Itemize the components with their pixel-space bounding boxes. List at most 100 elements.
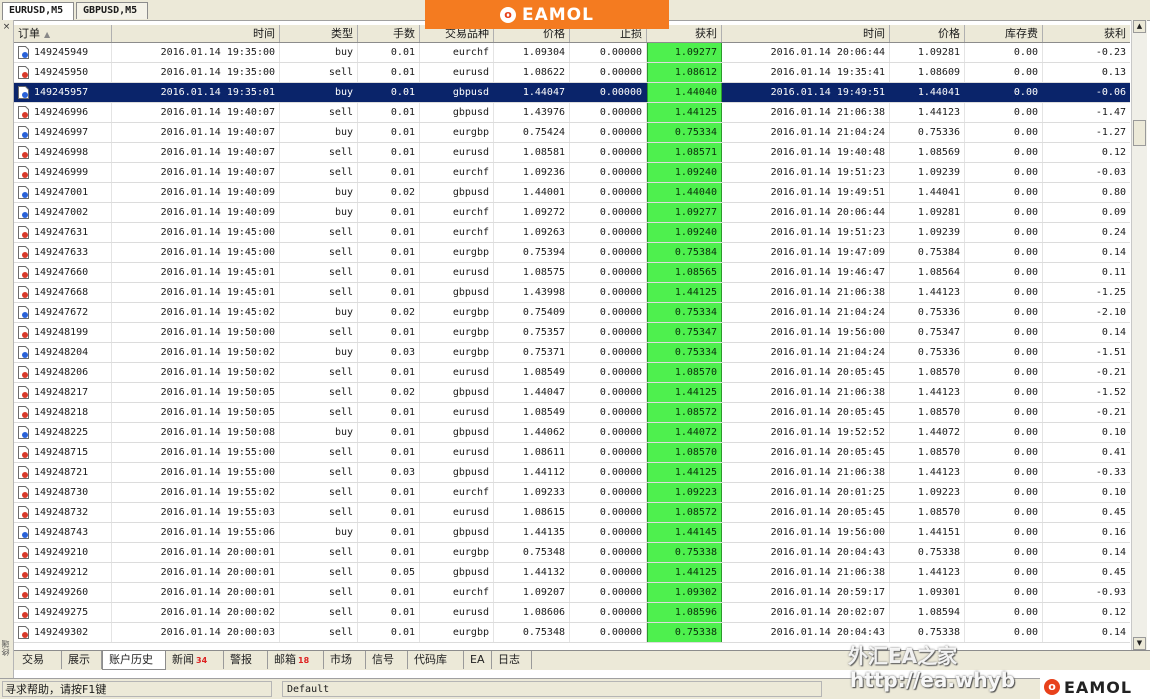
cell-close-price: 1.44041 [890,83,965,102]
cell-take-profit: 1.44040 [647,83,722,102]
cell-close-time: 2016.01.14 20:06:44 [722,43,890,62]
table-row[interactable]: 149247668 2016.01.14 19:45:01 sell 0.01 gbpu… [14,283,1130,303]
cell-symbol: gbpusd [420,283,494,302]
table-row[interactable]: 149247633 2016.01.14 19:45:00 sell 0.01 eurg… [14,243,1130,263]
table-row[interactable]: 149248715 2016.01.14 19:55:00 sell 0.01 euru… [14,443,1130,463]
table-row[interactable]: 149249210 2016.01.14 20:00:01 sell 0.01 eurg… [14,543,1130,563]
cell-trade-type: buy [280,523,358,542]
table-row[interactable]: 149245949 2016.01.14 19:35:00 buy 0.01 eurch… [14,43,1130,63]
cell-close-time: 2016.01.14 21:04:24 [722,123,890,142]
table-row[interactable]: 149249212 2016.01.14 20:00:01 sell 0.05 gbpu… [14,563,1130,583]
history-table: 订单 ▲ 时间 类型 手数 交易品种 价格 止损 获利 时间 价格 库存费 获利 … [14,25,1130,650]
cell-stop-loss: 0.00000 [570,63,647,82]
scroll-down-icon[interactable]: ▼ [1133,637,1146,650]
table-row[interactable]: 149247002 2016.01.14 19:40:09 buy 0.01 eurch… [14,203,1130,223]
tab-3[interactable]: 新闻 34 [166,651,224,669]
table-row[interactable]: 149249275 2016.01.14 20:00:02 sell 0.01 euru… [14,603,1130,623]
table-row[interactable]: 149247660 2016.01.14 19:45:01 sell 0.01 euru… [14,263,1130,283]
tab-5[interactable]: 邮箱 18 [268,651,324,669]
column-header-close-time[interactable]: 时间 [722,25,890,42]
table-row[interactable]: 149248217 2016.01.14 19:50:05 sell 0.02 gbpu… [14,383,1130,403]
order-number: 149247633 [34,247,89,258]
scroll-up-icon[interactable]: ▲ [1133,20,1146,33]
table-row[interactable]: 149249260 2016.01.14 20:00:01 sell 0.01 eurc… [14,583,1130,603]
cell-symbol: eurgbp [420,543,494,562]
tab-9[interactable]: EA [464,651,492,669]
table-row[interactable]: 149248199 2016.01.14 19:50:00 sell 0.01 eurg… [14,323,1130,343]
cell-order-id: 149246998 [14,143,112,162]
cell-open-price: 1.09207 [494,583,570,602]
tab-0[interactable]: 交易 [16,651,62,669]
cell-order-id: 149247631 [14,223,112,242]
table-row[interactable]: 149248721 2016.01.14 19:55:00 sell 0.03 gbpu… [14,463,1130,483]
tab-4[interactable]: 警报 [224,651,268,669]
cell-trade-type: sell [280,583,358,602]
cell-stop-loss: 0.00000 [570,583,647,602]
chart-tab-gbpusd[interactable]: GBPUSD,M5 [76,2,148,19]
buy-order-icon [18,46,29,59]
sell-order-icon [18,66,29,79]
cell-close-price: 1.08594 [890,603,965,622]
sell-order-icon [18,266,29,279]
terminal-window: EURUSD,M5 GBPUSD,M5 o EAMOL × 终端 订单 ▲ 时间 … [0,0,1150,699]
table-row[interactable]: 149246996 2016.01.14 19:40:07 sell 0.01 gbpu… [14,103,1130,123]
tab-7[interactable]: 信号 [366,651,408,669]
close-icon[interactable]: × [2,23,11,32]
cell-close-time: 2016.01.14 19:40:48 [722,143,890,162]
cell-close-price: 1.08564 [890,263,965,282]
tab-2[interactable]: 账户历史 [102,651,166,670]
cell-open-time: 2016.01.14 19:55:00 [112,463,280,482]
column-header-type[interactable]: 类型 [280,25,358,42]
cell-open-time: 2016.01.14 19:55:03 [112,503,280,522]
table-row[interactable]: 149246998 2016.01.14 19:40:07 sell 0.01 euru… [14,143,1130,163]
table-row[interactable]: 149245950 2016.01.14 19:35:00 sell 0.01 euru… [14,63,1130,83]
table-row[interactable]: 149247672 2016.01.14 19:45:02 buy 0.02 eurgb… [14,303,1130,323]
scroll-thumb[interactable] [1133,120,1146,146]
cell-open-price: 1.08615 [494,503,570,522]
cell-open-price: 1.09304 [494,43,570,62]
buy-order-icon [18,206,29,219]
tab-badge: 34 [196,656,208,665]
table-row[interactable]: 149248206 2016.01.14 19:50:02 sell 0.01 euru… [14,363,1130,383]
table-row[interactable]: 149248204 2016.01.14 19:50:02 buy 0.03 eurgb… [14,343,1130,363]
table-row[interactable]: 149248743 2016.01.14 19:55:06 buy 0.01 gbpus… [14,523,1130,543]
cell-stop-loss: 0.00000 [570,143,647,162]
cell-order-id: 149246999 [14,163,112,182]
table-row[interactable]: 149245957 2016.01.14 19:35:01 buy 0.01 gbpus… [14,83,1130,103]
cell-take-profit: 1.08571 [647,143,722,162]
chart-tab-eurusd[interactable]: EURUSD,M5 [2,2,74,20]
cell-take-profit: 1.09240 [647,163,722,182]
tab-10[interactable]: 日志 [492,651,532,669]
vertical-scrollbar[interactable]: ▲ ▼ [1131,20,1147,650]
table-row[interactable]: 149246999 2016.01.14 19:40:07 sell 0.01 eurc… [14,163,1130,183]
table-row[interactable]: 149247001 2016.01.14 19:40:09 buy 0.02 gbpus… [14,183,1130,203]
table-row[interactable]: 149246997 2016.01.14 19:40:07 buy 0.01 eurgb… [14,123,1130,143]
table-row[interactable]: 149248225 2016.01.14 19:50:08 buy 0.01 gbpus… [14,423,1130,443]
cell-stop-loss: 0.00000 [570,123,647,142]
cell-lots: 0.01 [358,363,420,382]
cell-profit: -0.33 [1095,467,1126,478]
order-number: 149249212 [34,567,89,578]
cell-order-id: 149247672 [14,303,112,322]
cell-take-profit: 1.44125 [647,383,722,402]
column-header-close-price[interactable]: 价格 [890,25,965,42]
table-row[interactable]: 149248730 2016.01.14 19:55:02 sell 0.01 eurc… [14,483,1130,503]
column-header-swap[interactable]: 库存费 [965,25,1043,42]
cell-close-price: 0.75336 [890,123,965,142]
cell-trade-type: sell [280,603,358,622]
column-header-open-time[interactable]: 时间 [112,25,280,42]
cell-swap: 0.00 [965,383,1043,402]
column-header-profit[interactable]: 获利 [1043,25,1130,42]
cell-trade-type: sell [280,563,358,582]
table-row[interactable]: 149249302 2016.01.14 20:00:03 sell 0.01 eurg… [14,623,1130,643]
cell-trade-type: sell [280,263,358,282]
tab-label: 交易 [22,653,44,666]
tab-8[interactable]: 代码库 [408,651,464,669]
tab-6[interactable]: 市场 [324,651,366,669]
table-row[interactable]: 149247631 2016.01.14 19:45:00 sell 0.01 eurc… [14,223,1130,243]
column-header-order[interactable]: 订单 ▲ [14,25,112,42]
tab-1[interactable]: 展示 [62,651,102,669]
column-header-lots[interactable]: 手数 [358,25,420,42]
table-row[interactable]: 149248218 2016.01.14 19:50:05 sell 0.01 euru… [14,403,1130,423]
table-row[interactable]: 149248732 2016.01.14 19:55:03 sell 0.01 euru… [14,503,1130,523]
